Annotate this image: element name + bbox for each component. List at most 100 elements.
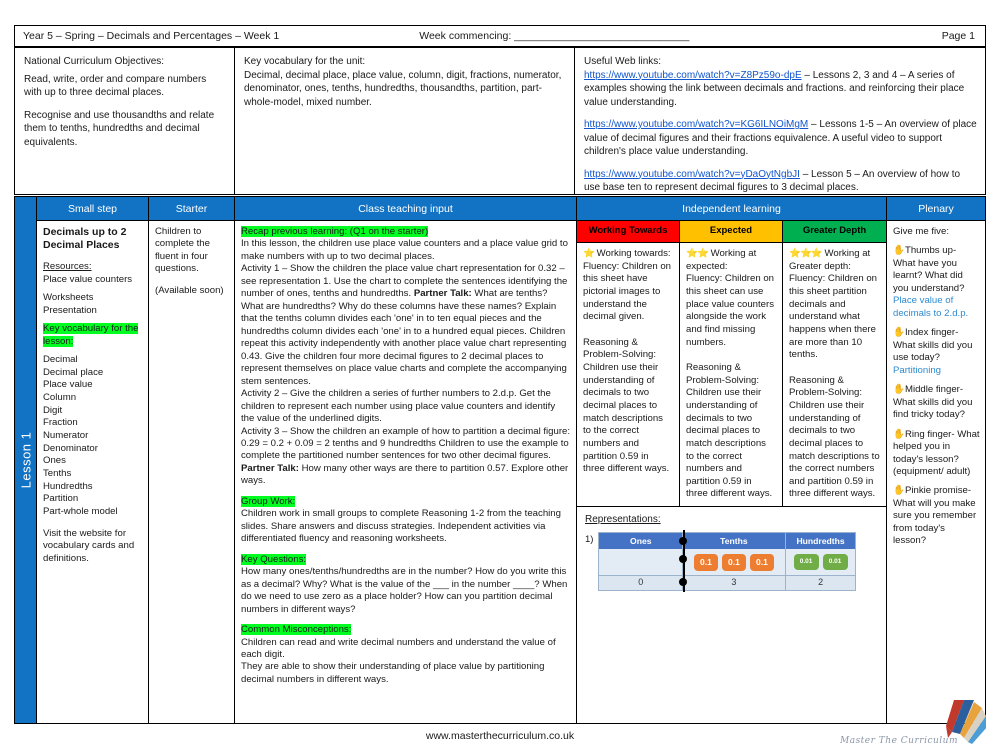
representations-section: Representations: 1) Ones Tenths Hundredt…	[577, 506, 886, 723]
vocabulary-text: Decimal, decimal place, place value, col…	[244, 69, 562, 108]
vocabulary-item: Fraction	[43, 417, 78, 429]
badge-working-towards: Working Towards	[577, 221, 679, 243]
vocabulary-item: Part-whole model	[43, 505, 118, 517]
activity-3-text-a: Activity 3 – Show the children an exampl…	[241, 425, 571, 462]
tenth-counter: 0.1	[721, 553, 746, 571]
decimal-point-dot	[679, 555, 688, 564]
star-icon: ⭐⭐	[686, 248, 709, 259]
hundredth-counter: 0.01	[822, 554, 848, 571]
table-header-row: Small step Starter Class teaching input …	[37, 197, 985, 221]
vocabulary-item: Denominator	[43, 442, 98, 454]
objectives-label: National Curriculum Objectives:	[24, 56, 165, 67]
representation-number: 1)	[585, 534, 594, 546]
plenary-item: ✋Ring finger- What helped you in today's…	[893, 429, 980, 479]
activity-2: Activity 2 – Give the children a series …	[241, 388, 556, 425]
independent-column-greater-depth: Greater Depth ⭐⭐⭐ Working at Greater dep…	[783, 221, 886, 506]
weblink-entry: https://www.youtube.com/watch?v=Z8Pz59o-…	[584, 69, 977, 110]
lesson-table-body: Small step Starter Class teaching input …	[37, 197, 985, 723]
vocabulary-item: Place value	[43, 379, 93, 391]
decimal-point-dot	[679, 537, 688, 546]
weblink-entry: https://www.youtube.com/watch?v=KG6ILNOi…	[584, 118, 977, 159]
working-towards-reasoning: Reasoning & Problem-Solving: Children us…	[583, 336, 670, 475]
working-towards-fluency: Fluency: Children on this sheet have pic…	[583, 260, 671, 323]
star-icon: ⭐	[583, 248, 595, 259]
hand-icon: ✋	[893, 327, 905, 339]
plenary-answer: Place value of decimals to 2.d.p.	[893, 295, 969, 319]
footer-url: www.masterthecurriculum.co.uk	[425, 730, 575, 742]
chart-header-hundredths: Hundredths	[785, 533, 856, 550]
resource-item: Presentation	[43, 304, 97, 316]
page-number: Page 1	[941, 30, 975, 42]
chart-value-hundredths: 2	[785, 575, 856, 591]
column-header-independent-learning: Independent learning	[577, 197, 887, 221]
recap-label: Recap previous learning: (Q1 on the star…	[241, 226, 429, 237]
tenth-counter: 0.1	[749, 553, 774, 571]
hand-icon: ✋	[893, 428, 905, 440]
chart-value-ones: 0	[599, 575, 684, 591]
key-questions-text: How many ones/tenths/hundredths are in t…	[241, 566, 568, 615]
activity-3: Activity 3 – Show the children an exampl…	[241, 426, 571, 488]
expected-reasoning: Reasoning & Problem-Solving: Children us…	[686, 361, 773, 500]
group-work-text: Children work in small groups to complet…	[241, 508, 561, 545]
website-note: Visit the website for vocabulary cards a…	[43, 527, 135, 564]
expected-fluency: Fluency: Children on this sheet can use …	[686, 273, 774, 348]
vocabulary-item: Tenths	[43, 467, 72, 479]
greater-depth-content: ⭐⭐⭐ Working at Greater depth: Fluency: C…	[783, 243, 886, 506]
vocabulary-label: Key vocabulary for the unit:	[244, 56, 366, 67]
misconception-text: Children can read and write decimal numb…	[241, 636, 556, 660]
hand-icon: ✋	[893, 485, 905, 497]
independent-column-working-towards: Working Towards ⭐ Working towards: Fluen…	[577, 221, 680, 507]
chart-header-ones: Ones	[599, 533, 684, 550]
weblink-url[interactable]: https://www.youtube.com/watch?v=yDaOytNg…	[584, 169, 800, 180]
starter-cell: Children to complete the fluent in four …	[149, 221, 235, 723]
greater-depth-heading: ⭐⭐⭐ Working at Greater depth:	[789, 248, 880, 273]
lesson-table: Lesson 1 Small step Starter Class teachi…	[14, 196, 986, 724]
objective-item: Recognise and use thousandths and relate…	[24, 109, 215, 148]
vocabulary-item: Hundredths	[43, 480, 93, 492]
weblink-url[interactable]: https://www.youtube.com/watch?v=Z8Pz59o-…	[584, 70, 802, 81]
small-step-cell: Decimals up to 2 Decimal Places Resource…	[37, 221, 149, 723]
counters-tenths: 0.1 0.1 0.1	[683, 549, 786, 576]
resource-item: Worksheets	[43, 292, 94, 304]
plenary-question: Middle finger- What skills did you find …	[893, 384, 973, 421]
heading-text: Working towards:	[596, 248, 671, 259]
vocabulary-item: Partition	[43, 493, 79, 505]
decimal-point-dot	[679, 578, 688, 587]
vocabulary-item: Decimal	[43, 354, 78, 366]
vocabulary-item: Column	[43, 392, 77, 404]
lesson-row: Decimals up to 2 Decimal Places Resource…	[37, 221, 985, 723]
badge-expected: Expected	[680, 221, 782, 243]
chart-values-row: 0 3 2	[599, 575, 856, 591]
objective-item: Read, write, order and compare numbers w…	[24, 73, 207, 99]
vocabulary-item: Decimal place	[43, 366, 104, 378]
lesson-vocabulary-list: Decimal Decimal place Place value Column…	[43, 354, 143, 519]
teaching-intro: In this lesson, the children use place v…	[241, 238, 568, 262]
week-commencing-field: Week commencing: _______________________…	[419, 30, 690, 42]
plenary-answer: Partitioning	[893, 364, 941, 376]
lesson-number-band: Lesson 1	[15, 197, 37, 723]
useful-web-links-cell: Useful Web links: https://www.youtube.co…	[575, 48, 985, 194]
plenary-item: ✋Pinkie promise- What will you make sure…	[893, 485, 980, 547]
misconception-text: They are able to show their understandin…	[241, 661, 545, 685]
resources-label: Resources:	[43, 261, 92, 273]
plenary-cell: Give me five: ✋Thumbs up- What have you …	[887, 221, 985, 723]
star-icon: ⭐⭐⭐	[789, 248, 823, 259]
independent-column-expected: Expected ⭐⭐ Working at expected: Fluency…	[680, 221, 783, 507]
plenary-intro: Give me five:	[893, 226, 949, 237]
working-towards-heading: ⭐ Working towards:	[583, 248, 673, 261]
plenary-question: Pinkie promise- What will you make sure …	[893, 485, 977, 547]
national-curriculum-objectives-cell: National Curriculum Objectives: Read, wr…	[15, 48, 235, 194]
plenary-item: ✋Thumbs up- What have you learnt? What d…	[893, 245, 980, 320]
document-header: Year 5 – Spring – Decimals and Percentag…	[14, 25, 986, 47]
chart-header-row: Ones Tenths Hundredths	[599, 533, 856, 550]
starter-availability: (Available soon)	[155, 284, 224, 296]
column-header-plenary: Plenary	[887, 197, 985, 221]
weblink-entry: https://www.youtube.com/watch?v=yDaOytNg…	[584, 168, 977, 195]
hand-icon: ✋	[893, 384, 905, 396]
independent-learning-cell: Working Towards ⭐ Working towards: Fluen…	[577, 221, 887, 723]
partner-talk-label: Partner Talk:	[413, 288, 472, 300]
group-work-label: Group Work:	[241, 495, 296, 507]
lesson-vocabulary-label: Key vocabulary for the lesson:	[43, 323, 139, 347]
weblink-url[interactable]: https://www.youtube.com/watch?v=KG6ILNOi…	[584, 119, 808, 130]
greater-depth-reasoning: Reasoning & Problem-Solving: Children us…	[789, 374, 880, 500]
